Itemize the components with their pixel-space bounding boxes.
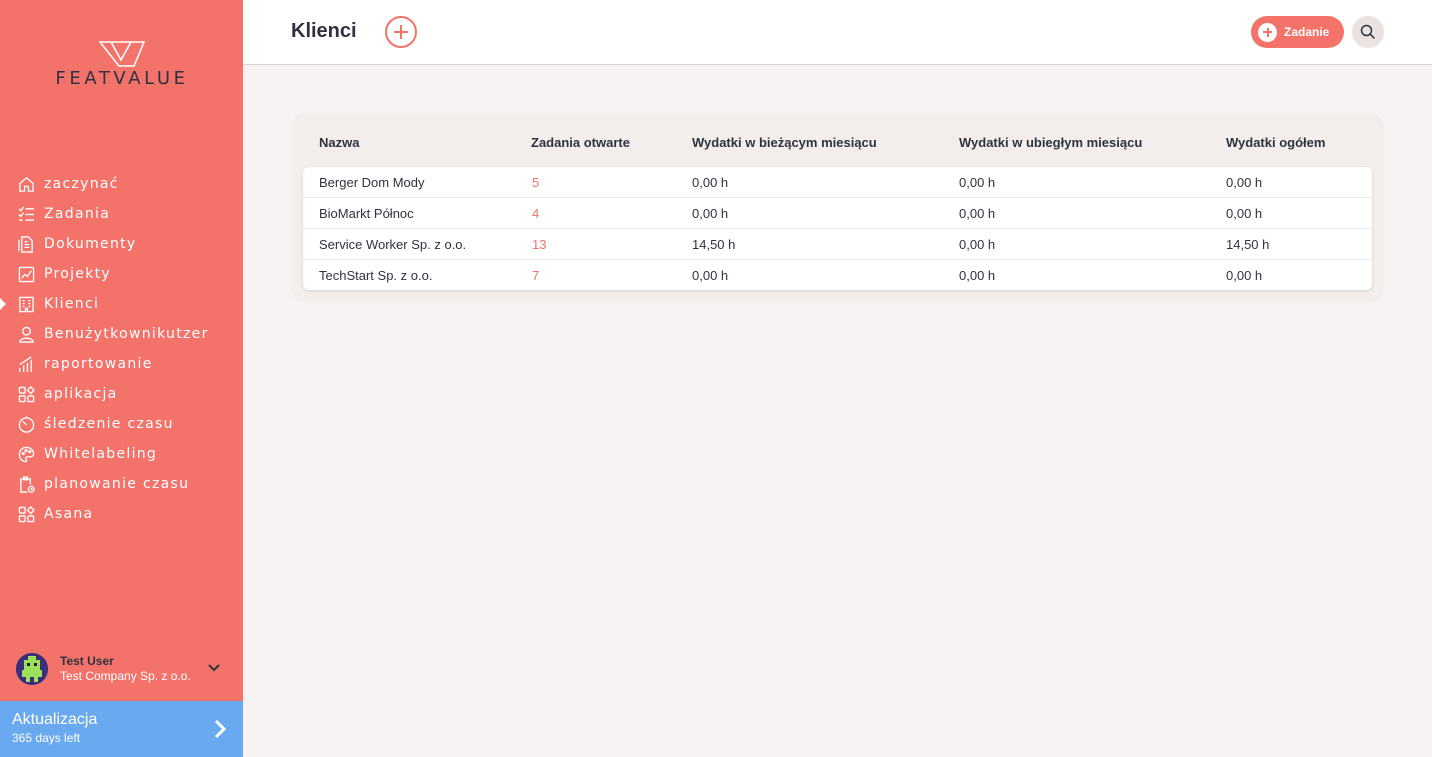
checklist-icon — [17, 205, 35, 223]
open-tasks-count[interactable]: 13 — [532, 237, 546, 252]
open-tasks-count[interactable]: 7 — [532, 268, 539, 283]
building-icon — [17, 295, 35, 313]
home-icon — [17, 175, 35, 193]
sidebar-item-documents[interactable]: Dokumenty — [0, 229, 243, 259]
chevron-down-icon[interactable] — [207, 661, 221, 675]
sidebar-item-label: Klienci — [44, 296, 100, 312]
spend-total: 0,00 h — [1226, 268, 1263, 283]
column-header-name[interactable]: Nazwa — [319, 135, 359, 150]
plus-icon — [1258, 22, 1277, 42]
user-company: Test Company Sp. z o.o. — [60, 669, 191, 683]
logo-text: FEATVALUE — [55, 68, 189, 89]
spend-current-month: 0,00 h — [692, 206, 729, 221]
upgrade-days-left: 365 days left — [12, 731, 81, 745]
sidebar-item-time-planning[interactable]: planowanie czasu — [0, 469, 243, 499]
timer-icon — [17, 415, 35, 433]
apps-icon — [17, 385, 35, 403]
sidebar-item-whitelabeling[interactable]: Whitelabeling — [0, 439, 243, 469]
apps-icon — [17, 505, 35, 523]
spend-total: 0,00 h — [1226, 206, 1263, 221]
user-icon — [17, 325, 35, 343]
sidebar-item-clients[interactable]: Klienci — [0, 289, 243, 319]
spend-total: 14,50 h — [1226, 237, 1270, 252]
bar-chart-icon — [17, 355, 35, 373]
search-button[interactable] — [1352, 16, 1384, 48]
sidebar-item-label: Benużytkownikutzer — [44, 326, 209, 342]
client-name: TechStart Sp. z o.o. — [319, 268, 433, 283]
chevron-right-icon — [214, 719, 227, 739]
spend-last-month: 0,00 h — [959, 175, 996, 190]
sidebar-item-asana[interactable]: Asana — [0, 499, 243, 529]
sidebar-item-label: śledzenie czasu — [44, 416, 174, 432]
spend-last-month: 0,00 h — [959, 206, 996, 221]
client-name: Berger Dom Mody — [319, 175, 425, 190]
clipboard-clock-icon — [17, 475, 35, 493]
add-client-button[interactable] — [385, 16, 417, 48]
upgrade-banner[interactable]: Aktualizacja 365 days left — [0, 701, 243, 757]
add-task-button[interactable]: Zadanie — [1251, 16, 1344, 48]
sidebar-item-label: Whitelabeling — [44, 446, 158, 462]
sidebar-item-label: Dokumenty — [44, 236, 137, 252]
table-row[interactable]: Service Worker Sp. z o.o. 13 14,50 h 0,0… — [303, 229, 1372, 260]
spend-current-month: 0,00 h — [692, 175, 729, 190]
sidebar-nav: zaczynać Zadania Dokumenty Projekty Klie… — [0, 169, 243, 529]
sidebar-item-projects[interactable]: Projekty — [0, 259, 243, 289]
sidebar-item-label: planowanie czasu — [44, 476, 190, 492]
table-body: Berger Dom Mody 5 0,00 h 0,00 h 0,00 h B… — [303, 167, 1372, 290]
sidebar-item-apps[interactable]: aplikacja — [0, 379, 243, 409]
sidebar-item-label: aplikacja — [44, 386, 118, 402]
sidebar-item-label: Zadania — [44, 206, 111, 222]
user-menu[interactable]: Test User Test Company Sp. z o.o. — [16, 652, 231, 686]
sidebar-item-time-tracking[interactable]: śledzenie czasu — [0, 409, 243, 439]
clients-table: Nazwa Zadania otwarte Wydatki w bieżącym… — [291, 113, 1384, 302]
table-row[interactable]: TechStart Sp. z o.o. 7 0,00 h 0,00 h 0,0… — [303, 260, 1372, 291]
sidebar-item-tasks[interactable]: Zadania — [0, 199, 243, 229]
page-title: Klienci — [291, 20, 357, 42]
sidebar-item-label: zaczynać — [44, 176, 119, 192]
column-header-spend-total[interactable]: Wydatki ogółem — [1226, 135, 1325, 150]
spend-current-month: 0,00 h — [692, 268, 729, 283]
palette-icon — [17, 445, 35, 463]
avatar — [16, 653, 48, 685]
client-name: Service Worker Sp. z o.o. — [319, 237, 467, 252]
add-task-label: Zadanie — [1284, 25, 1330, 39]
spend-last-month: 0,00 h — [959, 268, 996, 283]
table-row[interactable]: Berger Dom Mody 5 0,00 h 0,00 h 0,00 h — [303, 167, 1372, 198]
user-name: Test User — [60, 654, 114, 668]
spend-total: 0,00 h — [1226, 175, 1263, 190]
column-header-spend-current-month[interactable]: Wydatki w bieżącym miesiącu — [692, 135, 877, 150]
open-tasks-count[interactable]: 5 — [532, 175, 539, 190]
spend-current-month: 14,50 h — [692, 237, 736, 252]
column-header-open-tasks[interactable]: Zadania otwarte — [531, 135, 630, 150]
document-icon — [17, 235, 35, 253]
top-bar: Klienci Zadanie — [243, 0, 1432, 65]
open-tasks-count[interactable]: 4 — [532, 206, 539, 221]
logo-mark-icon — [99, 41, 145, 67]
sidebar-item-users[interactable]: Benużytkownikutzer — [0, 319, 243, 349]
sidebar: FEATVALUE zaczynać Zadania Dokumenty Pro… — [0, 0, 243, 757]
upgrade-title: Aktualizacja — [12, 711, 98, 728]
column-header-spend-last-month[interactable]: Wydatki w ubiegłym miesiącu — [959, 135, 1142, 150]
table-row[interactable]: BioMarkt Północ 4 0,00 h 0,00 h 0,00 h — [303, 198, 1372, 229]
chart-board-icon — [17, 265, 35, 283]
featvalue-logo[interactable]: FEATVALUE — [36, 40, 208, 90]
sidebar-item-label: Asana — [44, 506, 94, 522]
spend-last-month: 0,00 h — [959, 237, 996, 252]
table-header: Nazwa Zadania otwarte Wydatki w bieżącym… — [291, 113, 1384, 167]
client-name: BioMarkt Północ — [319, 206, 414, 221]
sidebar-item-start[interactable]: zaczynać — [0, 169, 243, 199]
sidebar-item-reporting[interactable]: raportowanie — [0, 349, 243, 379]
search-icon — [1360, 24, 1376, 40]
sidebar-item-label: Projekty — [44, 266, 111, 282]
sidebar-item-label: raportowanie — [44, 356, 153, 372]
